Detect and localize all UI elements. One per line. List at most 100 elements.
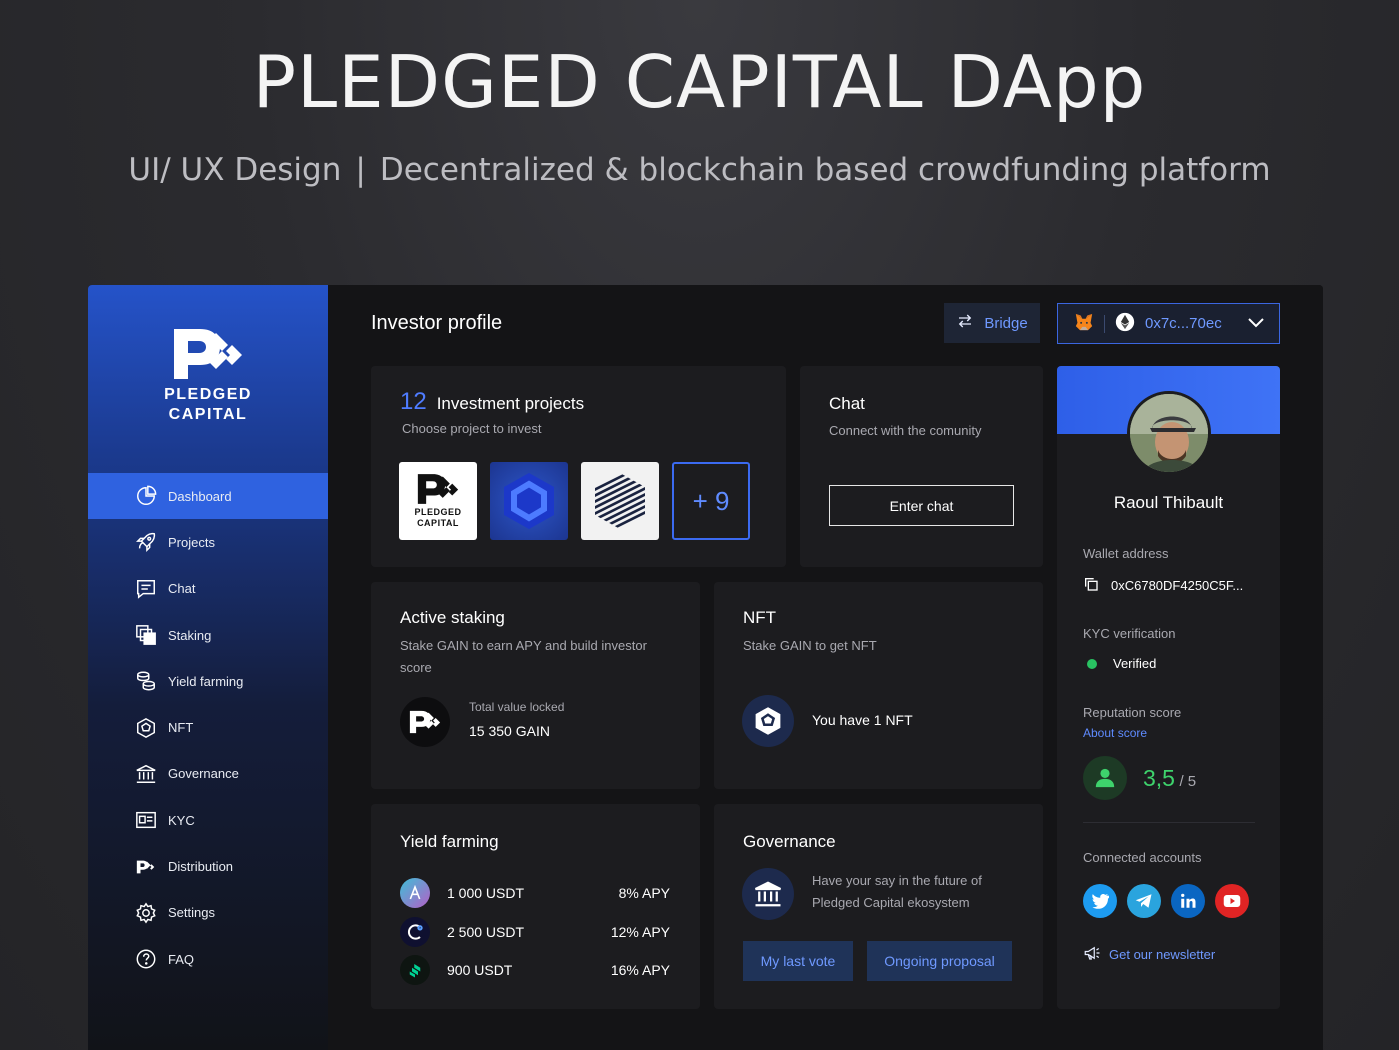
list-item[interactable]: 2 500 USDT 12% APY [400,913,670,952]
coins-icon [134,669,158,693]
hero-subtitle: UI/ UX Design | Decentralized & blockchain… [0,152,1399,188]
nft-count-text: You have 1 NFT [812,712,913,728]
wallet-divider [1104,314,1105,333]
sidebar-item-label: Yield farming [168,673,244,689]
kyc-status-value: Verified [1113,656,1157,671]
reputation-score: 3,5 / 5 [1083,756,1196,800]
aave-icon [400,878,430,909]
pc-logo-icon [134,855,158,879]
newsletter-label: Get our newsletter [1109,947,1216,962]
bridge-label: Bridge [984,314,1028,332]
ongoing-proposal-button[interactable]: Ongoing proposal [867,941,1012,981]
governance-title: Governance [743,832,836,851]
project-tiles: PLEDGED CAPITAL + 9 [399,462,750,540]
id-card-icon [134,808,158,832]
yield-list: 1 000 USDT 8% APY 2 500 USDT 12% APY 900… [400,874,670,990]
wallet-dropdown[interactable]: 0x7c...70ec [1057,303,1280,344]
sidebar-item-label: Chat [168,581,196,597]
wallet-address-row: 0xC6780DF4250C5F... [1083,576,1243,595]
project-tile-chainlink[interactable] [490,462,568,540]
rocket-icon [134,530,158,554]
sidebar-item-staking[interactable]: Staking [88,612,328,658]
reputation-label: Reputation score [1083,705,1182,720]
tile-brand-line1: PLEDGED [414,507,462,517]
bank-icon [742,868,794,920]
yield-apy: 16% APY [610,962,670,979]
investment-subtitle: Choose project to invest [402,421,542,436]
about-score-link[interactable]: About score [1083,726,1147,740]
list-item[interactable]: 1 000 USDT 8% APY [400,874,670,913]
sidebar-item-chat[interactable]: Chat [88,566,328,612]
sidebar-item-projects[interactable]: Projects [88,519,328,565]
brand-logo[interactable]: PLEDGED CAPITAL [88,327,328,425]
yield-apy: 12% APY [610,923,670,940]
pc-logo-icon [174,329,242,379]
list-item[interactable]: 900 USDT 16% APY [400,951,670,990]
bridge-button[interactable]: Bridge [944,303,1040,343]
nft-subtitle: Stake GAIN to get NFT [743,638,877,653]
investment-projects-card: 12 Investment projects Choose project to… [371,366,786,567]
sidebar-nav: Dashboard Projects Chat Staking Yield fa… [88,473,328,982]
youtube-icon[interactable] [1215,884,1249,918]
sidebar-item-faq[interactable]: FAQ [88,936,328,982]
profile-name: Raoul Thibault [1113,493,1224,512]
question-icon [134,947,158,971]
tile-brand-line2: CAPITAL [417,518,459,528]
sidebar-item-label: Distribution [168,859,234,875]
hero-subtitle-right: Decentralized & blockchain based crowdfu… [379,152,1271,188]
staking-subtitle: Stake GAIN to earn APY and build investo… [400,638,647,675]
ethereum-icon [1115,312,1135,336]
enter-chat-button[interactable]: Enter chat [829,485,1014,526]
connected-accounts [1083,884,1249,918]
profile-card: Raoul Thibault Wallet address 0xC6780DF4… [1057,366,1280,1009]
yield-amount: 1 000 USDT [447,885,525,902]
page-title: Investor profile [371,312,503,334]
kyc-status: Verified [1083,656,1156,671]
tvl-label: Total value locked [469,700,565,714]
tvl-value: 15 350 GAIN [469,723,550,739]
project-tile-pledged-capital[interactable]: PLEDGED CAPITAL [399,462,477,540]
sidebar-item-governance[interactable]: Governance [88,751,328,797]
metamask-fox-icon [1074,313,1094,335]
wallet-address-value: 0xC6780DF4250C5F... [1111,578,1244,593]
gear-icon [134,901,158,925]
wallet-address: 0x7c...70ec [1145,315,1222,332]
score-max: / 5 [1179,772,1197,790]
linkedin-icon[interactable] [1171,884,1205,918]
wallet-address-label: Wallet address [1083,546,1169,561]
sidebar-item-yield-farming[interactable]: Yield farming [88,658,328,704]
sidebar-item-dashboard[interactable]: Dashboard [88,473,328,520]
kyc-label: KYC verification [1083,626,1176,641]
score-value: 3,5 [1143,764,1175,791]
sidebar-item-settings[interactable]: Settings [88,890,328,936]
twitter-icon[interactable] [1083,884,1117,918]
megaphone-icon [1083,944,1101,965]
my-last-vote-button[interactable]: My last vote [743,941,853,981]
pc-logo-icon [417,474,459,504]
sidebar-item-kyc[interactable]: KYC [88,797,328,843]
gain-token-icon [400,697,450,747]
investment-count: 12 [400,388,427,415]
telegram-icon[interactable] [1127,884,1161,918]
verified-dot-icon [1087,658,1097,669]
sidebar-item-label: Staking [168,627,212,643]
nft-card: NFT Stake GAIN to get NFT You have 1 NFT [714,582,1043,789]
yield-farming-card: Yield farming 1 000 USDT 8% APY 2 500 US… [371,804,700,1009]
yield-title: Yield farming [400,832,499,851]
sidebar-item-label: Projects [168,534,215,550]
sidebar-item-label: Dashboard [168,488,232,504]
sidebar-item-label: NFT [168,720,194,736]
newsletter-link[interactable]: Get our newsletter [1083,944,1215,965]
sidebar-item-label: Governance [168,766,239,782]
connected-accounts-label: Connected accounts [1083,850,1202,865]
sidebar-item-label: KYC [168,812,195,828]
sidebar-item-distribution[interactable]: Distribution [88,843,328,889]
brand-name-line2: CAPITAL [168,406,248,423]
copy-icon[interactable] [1083,576,1099,595]
striped-cube-icon [595,473,645,529]
project-tile-cube[interactable] [581,462,659,540]
sidebar-item-nft[interactable]: NFT [88,704,328,750]
profile-divider [1083,822,1255,823]
chat-card: Chat Connect with the comunity Enter cha… [800,366,1043,567]
more-projects-button[interactable]: + 9 [672,462,750,540]
